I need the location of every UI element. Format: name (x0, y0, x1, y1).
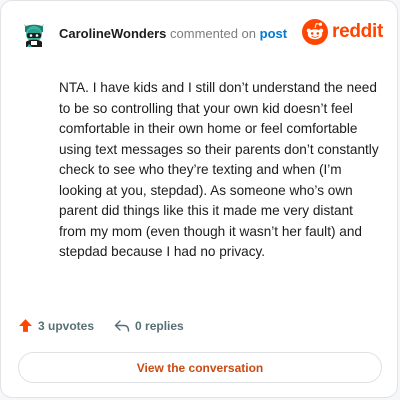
reddit-wordmark: reddit (332, 21, 383, 42)
view-conversation-button[interactable]: View the conversation (18, 352, 382, 383)
comment-body: NTA. I have kids and I still don’t under… (59, 80, 379, 259)
reply-arrow-icon (114, 319, 130, 332)
upvotes-count: 3 upvotes (38, 318, 95, 333)
reddit-snoo-icon (302, 19, 329, 45)
reply-button[interactable]: 0 replies (114, 319, 184, 333)
action-text: commented on (170, 26, 257, 41)
comment-actions: 3 upvotes 0 replies (18, 318, 184, 333)
upvote-button[interactable]: 3 upvotes (18, 318, 94, 333)
replies-count: 0 replies (135, 318, 184, 333)
upvote-arrow-icon (19, 319, 32, 332)
comment-card: CarolineWonders commented on post reddit… (0, 0, 398, 398)
reddit-logo[interactable]: reddit (302, 19, 383, 45)
comment-meta: CarolineWonders commented on post (59, 26, 287, 41)
user-avatar-icon[interactable] (18, 18, 50, 50)
post-link[interactable]: post (260, 26, 287, 41)
username-link[interactable]: CarolineWonders (59, 26, 166, 41)
